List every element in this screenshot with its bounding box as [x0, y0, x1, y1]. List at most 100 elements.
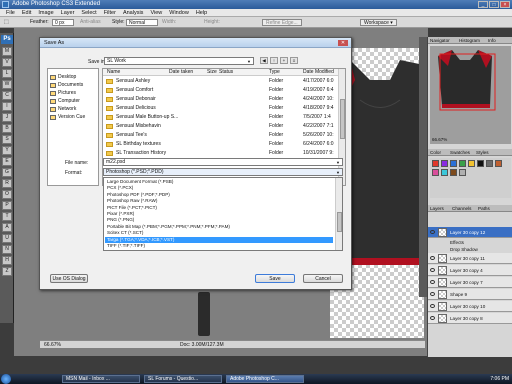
menu-view[interactable]: View	[150, 9, 162, 16]
format-option[interactable]: PICT File (*.PCT;*.PICT)	[105, 205, 333, 211]
scrollbar-thumb[interactable]	[337, 212, 342, 232]
file-row[interactable]: Sensual Tee's Folder 5/26/2007 10:	[103, 131, 339, 139]
format-option[interactable]: Pixar (*.PXR)	[105, 211, 333, 217]
menu-image[interactable]: Image	[38, 9, 53, 16]
layer-row[interactable]: Layer 30 copy 12	[428, 227, 512, 238]
place-version-cue[interactable]: Version Cue	[50, 113, 85, 121]
tool-button[interactable]: R	[2, 179, 12, 188]
layer-effect[interactable]: Drop Shadow	[450, 247, 478, 252]
style-swatch[interactable]	[432, 160, 439, 167]
marquee-tool-icon[interactable]: ⬚	[4, 17, 9, 28]
style-swatch[interactable]	[486, 160, 493, 167]
tool-button[interactable]: H	[2, 256, 12, 265]
minimize-button[interactable]: _	[478, 1, 488, 8]
format-option[interactable]: PCX (*.PCX)	[105, 185, 333, 191]
style-swatch[interactable]	[459, 160, 466, 167]
tool-button[interactable]: L	[2, 69, 12, 78]
format-option[interactable]: Scitex CT (*.SCT)	[105, 230, 333, 236]
use-os-dialog-button[interactable]: Use OS Dialog	[50, 274, 88, 283]
layer-row[interactable]: Layer 30 copy 11	[428, 253, 512, 264]
file-row[interactable]: Sensual Misbehavin Folder 4/22/2007 7:1	[103, 122, 339, 130]
style-select[interactable]: Normal	[126, 19, 158, 26]
cancel-button[interactable]: Cancel	[303, 274, 343, 283]
format-option[interactable]: Photoshop Raw (*.RAW)	[105, 198, 333, 204]
file-row[interactable]: Sensual Male Button-up S... Folder 7/5/200…	[103, 113, 339, 121]
style-swatch[interactable]	[441, 169, 448, 176]
layer-row[interactable]: Shape 9	[428, 289, 512, 300]
tool-button[interactable]: G	[2, 168, 12, 177]
file-row[interactable]: Sensual Ashley Folder 4/17/2007 6:0	[103, 77, 339, 85]
tab-paths[interactable]: Paths	[478, 205, 490, 212]
format-list-scrollbar[interactable]	[335, 178, 342, 250]
style-swatch[interactable]	[477, 160, 484, 167]
eye-icon[interactable]	[430, 316, 435, 320]
layer-row[interactable]: Layer 30 copy 7	[428, 277, 512, 288]
tool-button[interactable]: A	[2, 223, 12, 232]
place-network[interactable]: Network	[50, 105, 76, 113]
scrollbar-thumb[interactable]	[340, 99, 345, 139]
style-swatch[interactable]	[432, 169, 439, 176]
file-row[interactable]: Sensual Debonair Folder 4/24/2007 10:	[103, 95, 339, 103]
menu-window[interactable]: Window	[169, 9, 189, 16]
tool-button[interactable]: P	[2, 201, 12, 210]
tool-button[interactable]: Y	[2, 146, 12, 155]
tool-button[interactable]: U	[2, 234, 12, 243]
tool-button[interactable]: M	[2, 47, 12, 56]
tool-button[interactable]: O	[2, 190, 12, 199]
tool-button[interactable]: E	[2, 157, 12, 166]
navigator-zoom[interactable]: 66.67%	[432, 137, 447, 142]
back-icon[interactable]: ◀	[260, 57, 268, 64]
format-option[interactable]: Large Document Format (*.PSB)	[105, 179, 333, 185]
up-folder-icon[interactable]: ↑	[270, 57, 278, 64]
taskbar-button[interactable]: Adobe Photoshop C...	[226, 375, 304, 383]
file-row[interactable]: SL Transaction History Folder 10/31/2007 9…	[103, 149, 339, 157]
col-name[interactable]: Name	[107, 69, 120, 76]
format-option[interactable]: TIFF (*.TIF;*.TIFF)	[105, 243, 333, 249]
feather-input[interactable]: 0 px	[52, 19, 74, 26]
tool-button[interactable]: T	[2, 212, 12, 221]
tab-swatches[interactable]: Swatches	[450, 149, 470, 156]
tool-button[interactable]: N	[2, 245, 12, 254]
format-select[interactable]: Photoshop (*.PSD;*.PDD) ▼	[103, 168, 343, 176]
style-swatch[interactable]	[450, 160, 457, 167]
style-swatch[interactable]	[468, 160, 475, 167]
menu-analysis[interactable]: Analysis	[123, 9, 143, 16]
layer-row[interactable]: Layer 30 copy 10	[428, 301, 512, 312]
format-option[interactable]: Photoshop PDF (*.PDF;*.PDP)	[105, 192, 333, 198]
eye-icon[interactable]	[430, 292, 435, 296]
taskbar-button[interactable]: MSN Mail - Inbox ...	[62, 375, 140, 383]
tab-styles[interactable]: Styles	[476, 149, 489, 156]
layer-effect[interactable]: Effects	[450, 240, 464, 245]
col-status[interactable]: Status	[219, 69, 233, 76]
workspace-button[interactable]: Workspace ▾	[360, 19, 397, 26]
menu-edit[interactable]: Edit	[22, 9, 31, 16]
tool-button[interactable]: W	[2, 80, 12, 89]
tool-button[interactable]: S	[2, 135, 12, 144]
views-menu-icon[interactable]: ≡	[290, 57, 298, 64]
navigator-preview[interactable]: 66.67%	[430, 46, 511, 144]
style-swatch[interactable]	[441, 160, 448, 167]
place-documents[interactable]: Documents	[50, 81, 83, 89]
place-desktop[interactable]: Desktop	[50, 73, 76, 81]
zoom-level[interactable]: 66.67%	[44, 342, 61, 348]
eye-icon[interactable]	[430, 230, 435, 234]
tab-navigator[interactable]: Navigator	[430, 37, 450, 44]
file-row[interactable]: SL Birthday textures Folder 6/24/2007 6:0	[103, 140, 339, 148]
col-date-modified[interactable]: Date Modified	[303, 69, 334, 76]
menu-filter[interactable]: Filter	[104, 9, 116, 16]
save-in-select[interactable]: SL Work ▼	[104, 57, 254, 65]
layer-row[interactable]: Layer 30 copy 4	[428, 265, 512, 276]
tool-button[interactable]: V	[2, 58, 12, 67]
eye-icon[interactable]	[430, 268, 435, 272]
format-option[interactable]: PNG (*.PNG)	[105, 217, 333, 223]
format-option[interactable]: Targa (*.TGA;*.VDA;*.ICB;*.VST)	[105, 236, 333, 243]
tab-color[interactable]: Color	[430, 149, 441, 156]
save-button[interactable]: Save	[255, 274, 295, 283]
menu-help[interactable]: Help	[196, 9, 207, 16]
anti-alias-checkbox[interactable]: Anti-alias	[80, 17, 101, 28]
menu-file[interactable]: File	[6, 9, 15, 16]
menu-layer[interactable]: Layer	[61, 9, 75, 16]
layer-row[interactable]: Layer 30 copy 8	[428, 313, 512, 324]
col-date-taken[interactable]: Date taken	[169, 69, 193, 76]
eye-icon[interactable]	[430, 280, 435, 284]
